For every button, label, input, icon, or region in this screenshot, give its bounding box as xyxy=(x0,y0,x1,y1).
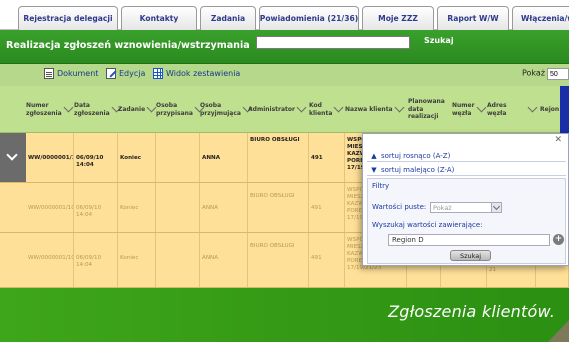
triangle-up-icon: ▲ xyxy=(371,151,377,160)
top-tab-bar: Rejestracja delegacji Kontakty Zadania P… xyxy=(0,0,569,30)
column-header-osoba-przyjmujaca[interactable]: Osoba przyjmująca xyxy=(200,86,253,133)
cell-zadanie: Koniec xyxy=(118,233,156,287)
chevron-down-icon[interactable] xyxy=(296,102,307,113)
filters-heading: Filtry xyxy=(372,182,390,190)
table-header: Numer zgłoszenia Data zgłoszenia Zadanie… xyxy=(0,86,569,133)
column-scroll-marker xyxy=(560,86,569,133)
cell-numer: WW/0000001/10 xyxy=(26,233,74,287)
cell-osoba-przyjmujaca: ANNA xyxy=(200,233,248,287)
row-expander[interactable] xyxy=(0,183,26,232)
app-window: Rejestracja delegacji Kontakty Zadania P… xyxy=(0,0,569,342)
tab-powiadomienia[interactable]: Powiadomienia (21/36) xyxy=(259,6,359,30)
cell-administrator: BIURO OBSŁUGI xyxy=(248,133,309,182)
column-header-rejon[interactable]: Rejon xyxy=(527,86,560,133)
triangle-down-icon: ▼ xyxy=(371,165,377,174)
search-button[interactable]: Szukaj xyxy=(424,36,454,45)
contains-label: Wyszukaj wartości zawierające: xyxy=(372,221,483,229)
cell-osoba-przypisana xyxy=(156,133,200,182)
edit-icon xyxy=(106,68,116,79)
page-size-control: Pokaż xyxy=(522,68,569,80)
column-header-adres-wezla[interactable]: Adres węzła xyxy=(487,86,529,133)
cell-kod: 491 xyxy=(309,183,345,232)
sort-asc-label: sortuj rosnąco (A-Z) xyxy=(381,151,451,160)
empty-values-selected: Pokaż xyxy=(433,204,452,212)
cell-zadanie: Koniec xyxy=(118,133,156,182)
filter-search-button[interactable]: Szukaj xyxy=(450,250,491,261)
pokaz-label: Pokaż xyxy=(522,68,546,78)
chevron-down-icon xyxy=(6,149,18,161)
tab-wlaczenia[interactable]: Włączenia/wył xyxy=(512,6,569,30)
dokument-label: Dokument xyxy=(57,69,99,78)
chevron-down-icon[interactable] xyxy=(476,102,487,113)
cell-numer: WW/0000001/10 xyxy=(26,133,74,182)
cell-administrator: BIURO OBSŁUGI xyxy=(248,233,309,287)
footer-motto: Zgłoszenia klientów. xyxy=(388,302,555,321)
cell-osoba-przyjmujaca: ANNA xyxy=(200,183,248,232)
column-header-data[interactable]: Data zgłoszenia xyxy=(74,86,122,133)
tab-zadania[interactable]: Zadania xyxy=(200,6,256,30)
search-input[interactable] xyxy=(256,36,410,49)
column-header-administrator[interactable]: Administrator xyxy=(248,86,308,133)
column-header-planowana[interactable]: Planowana data realizacji xyxy=(408,86,452,133)
page-size-input[interactable] xyxy=(547,68,569,80)
row-expander[interactable] xyxy=(0,233,26,287)
close-icon[interactable]: ✕ xyxy=(554,135,562,145)
chevron-down-icon[interactable] xyxy=(491,203,501,212)
empty-values-label: Wartości puste: xyxy=(372,203,427,211)
cell-administrator: BIURO OBSŁUGI xyxy=(248,183,309,232)
column-header-numer-wezla[interactable]: Numer węzła xyxy=(452,86,487,133)
widok-zestawienia-button[interactable]: Widok zestawienia xyxy=(153,68,240,79)
column-header-zadanie[interactable]: Zadanie xyxy=(118,86,157,133)
cell-kod: 491 xyxy=(309,133,345,182)
corner-decoration xyxy=(548,320,569,342)
dokument-button[interactable]: Dokument xyxy=(44,68,98,79)
contains-input[interactable]: Region D xyxy=(388,234,550,246)
document-icon xyxy=(44,68,54,79)
add-filter-icon[interactable]: + xyxy=(553,234,564,245)
filters-panel: Filtry Wartości puste: Pokaż Wyszukaj wa… xyxy=(367,178,566,264)
sort-desc-option[interactable]: ▼ sortuj malejąco (Z-A) xyxy=(367,164,566,176)
tab-kontakty[interactable]: Kontakty xyxy=(121,6,197,30)
cell-kod: 491 xyxy=(309,233,345,287)
grid-icon xyxy=(153,68,163,79)
column-header-osoba-przypisana[interactable]: Osoba przypisana xyxy=(156,86,205,133)
footer-band: Zgłoszenia klientów. xyxy=(0,288,569,342)
column-header-numer[interactable]: Numer zgłoszenia xyxy=(26,86,74,133)
cell-osoba-przypisana xyxy=(156,183,200,232)
edycja-button[interactable]: Edycja xyxy=(106,68,145,79)
cell-data: 06/09/10 14:04 xyxy=(74,133,118,182)
empty-values-select[interactable]: Pokaż xyxy=(430,202,502,213)
toolbar: Dokument Edycja Widok zestawienia xyxy=(0,64,569,86)
chevron-down-icon[interactable] xyxy=(333,102,344,113)
cell-osoba-przyjmujaca: ANNA xyxy=(200,133,248,182)
cell-numer: WW/0000001/10 xyxy=(26,183,74,232)
cell-data: 06/09/10 14:04 xyxy=(74,233,118,287)
cell-osoba-przypisana xyxy=(156,233,200,287)
chevron-down-icon[interactable] xyxy=(527,102,538,113)
sort-asc-option[interactable]: ▲ sortuj rosnąco (A-Z) xyxy=(367,150,566,162)
widok-label: Widok zestawienia xyxy=(166,69,241,78)
chevron-down-icon[interactable] xyxy=(63,102,74,113)
sort-desc-label: sortuj malejąco (Z-A) xyxy=(381,165,455,174)
cell-zadanie: Koniec xyxy=(118,183,156,232)
tab-moje-zzz[interactable]: Moje ZZZ xyxy=(362,6,434,30)
edycja-label: Edycja xyxy=(119,69,146,78)
tab-rejestracja-delegacji[interactable]: Rejestracja delegacji xyxy=(18,6,118,30)
chevron-down-icon[interactable] xyxy=(394,102,405,113)
column-header-kod[interactable]: Kod klienta xyxy=(309,86,345,133)
column-filter-popup: ✕ ▲ sortuj rosnąco (A-Z) ▼ sortuj maleją… xyxy=(362,133,569,266)
tab-raport-ww[interactable]: Raport W/W xyxy=(437,6,509,30)
cell-data: 06/09/10 14:04 xyxy=(74,183,118,232)
page-header: Realizacja zgłoszeń wznowienia/wstrzyman… xyxy=(0,30,569,64)
row-expander[interactable] xyxy=(0,133,26,182)
page-title: Realizacja zgłoszeń wznowienia/wstrzyman… xyxy=(6,40,250,51)
column-header-nazwa[interactable]: Nazwa klienta xyxy=(345,86,407,133)
